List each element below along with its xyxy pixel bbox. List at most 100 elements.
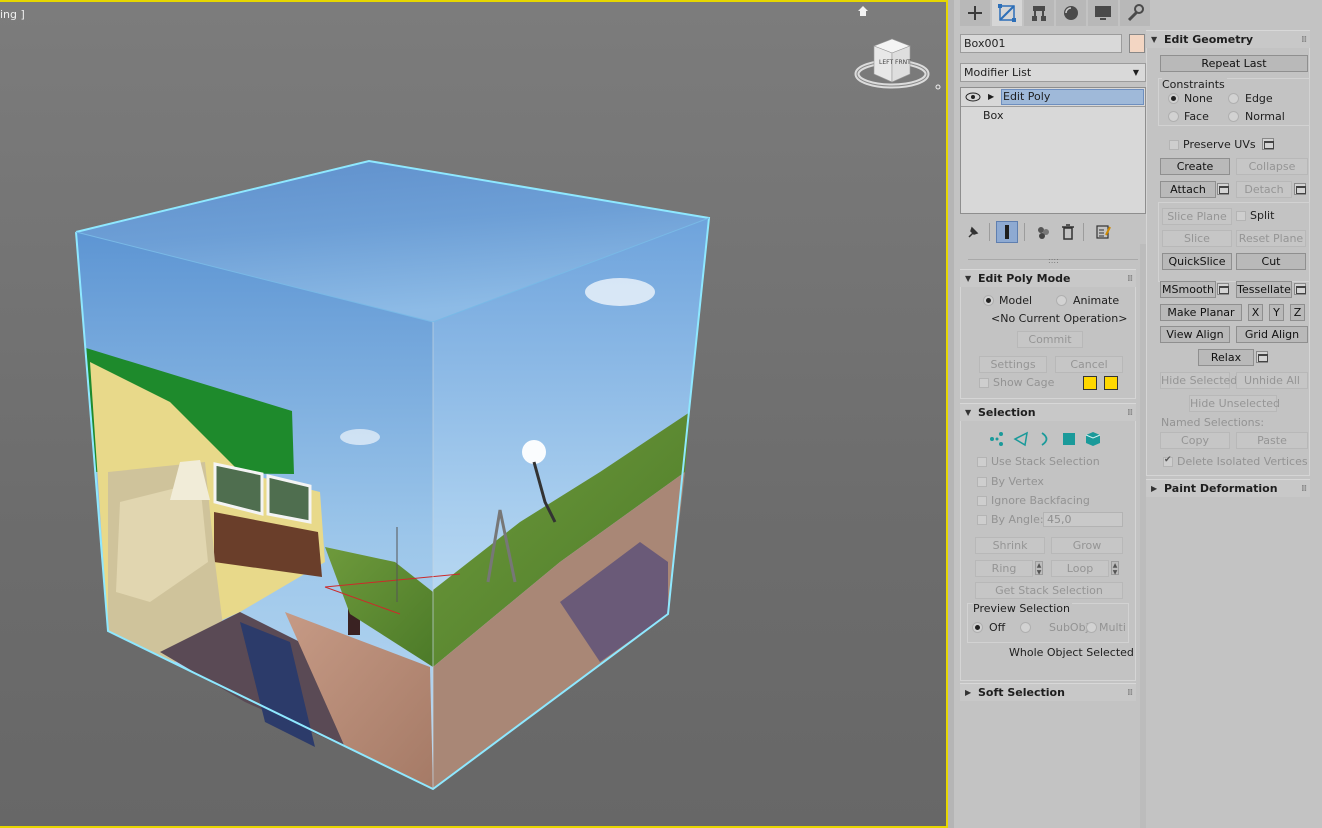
hide-selected-button[interactable]: Hide Selected	[1160, 372, 1237, 389]
edit-geometry-header[interactable]: ▼ Edit Geometry ⁞⁞	[1146, 31, 1310, 48]
preview-multi-radio[interactable]	[1086, 622, 1097, 633]
create-button[interactable]: Create	[1160, 158, 1230, 175]
shrink-button[interactable]: Shrink	[975, 537, 1045, 554]
get-stack-selection-button[interactable]: Get Stack Selection	[975, 582, 1123, 599]
perspective-viewport[interactable]: ing ] LEFT FRNT	[0, 0, 948, 828]
make-unique-button[interactable]	[1032, 221, 1054, 243]
configure-modifier-sets-button[interactable]	[1092, 221, 1114, 243]
modifier-stack[interactable]: ▶ Edit Poly Box	[960, 87, 1146, 214]
slice-button[interactable]: Slice	[1162, 230, 1232, 247]
animate-radio[interactable]	[1056, 295, 1067, 306]
selection-status-text: Whole Object Selected	[1009, 646, 1134, 659]
preview-subobj-radio[interactable]	[1020, 622, 1031, 633]
remove-modifier-button[interactable]	[1057, 221, 1079, 243]
command-panel: Box001 Modifier List ▼ ▶ Edit Poly Box:…	[948, 0, 1322, 828]
loop-spinner[interactable]: ▲ ▼	[1111, 561, 1119, 576]
pin-stack-button[interactable]	[962, 221, 984, 243]
by-vertex-checkbox[interactable]	[977, 477, 987, 487]
ignore-backfacing-checkbox[interactable]	[977, 496, 987, 506]
by-angle-checkbox[interactable]	[977, 515, 987, 525]
tab-hierarchy[interactable]	[1024, 0, 1054, 26]
constraint-edge-radio[interactable]	[1228, 93, 1239, 104]
preview-multi-label: Multi	[1099, 621, 1126, 634]
stack-item-box[interactable]: Box	[961, 106, 1145, 124]
vertex-icon[interactable]	[989, 431, 1005, 447]
msmooth-settings-button[interactable]	[1217, 283, 1229, 295]
make-planar-button[interactable]: Make Planar	[1160, 304, 1242, 321]
attach-button[interactable]: Attach	[1160, 181, 1216, 198]
delete-isolated-vertices-checkbox[interactable]	[1163, 455, 1173, 467]
planar-z-button[interactable]: Z	[1290, 304, 1305, 321]
by-angle-input[interactable]: 45,0	[1043, 512, 1123, 527]
show-end-result-button[interactable]	[996, 221, 1018, 243]
viewport-scene[interactable]	[0, 2, 946, 828]
tab-motion[interactable]	[1056, 0, 1086, 26]
object-name-field[interactable]: Box001	[960, 34, 1122, 53]
constraint-face-radio[interactable]	[1168, 111, 1179, 122]
preserve-uvs-checkbox[interactable]	[1169, 140, 1179, 150]
unhide-all-button[interactable]: Unhide All	[1236, 372, 1308, 389]
loop-button[interactable]: Loop	[1051, 560, 1109, 577]
tab-utilities[interactable]	[1120, 0, 1150, 26]
expand-triangle-icon[interactable]: ▶	[988, 88, 994, 106]
object-color-swatch[interactable]	[1129, 34, 1145, 53]
reset-plane-button[interactable]: Reset Plane	[1236, 230, 1306, 247]
home-icon[interactable]	[858, 6, 868, 16]
soft-selection-header[interactable]: ▶ Soft Selection ⁞⁞	[960, 684, 1136, 701]
use-stack-selection-checkbox[interactable]	[977, 457, 987, 467]
edge-icon[interactable]	[1013, 431, 1029, 447]
edit-poly-mode-header[interactable]: ▼ Edit Poly Mode ⁞⁞	[960, 270, 1136, 287]
tab-create[interactable]	[960, 0, 990, 26]
detach-settings-button[interactable]	[1294, 183, 1306, 195]
quickslice-button[interactable]: QuickSlice	[1162, 253, 1232, 270]
ring-spinner[interactable]: ▲ ▼	[1035, 561, 1043, 576]
element-icon[interactable]	[1085, 431, 1101, 447]
commit-button[interactable]: Commit	[1017, 331, 1083, 348]
viewcube[interactable]: LEFT FRNT	[854, 36, 944, 96]
cut-button[interactable]: Cut	[1236, 253, 1306, 270]
tessellate-settings-button[interactable]	[1294, 283, 1306, 295]
polygon-icon[interactable]	[1061, 431, 1077, 447]
constraint-none-radio[interactable]	[1168, 93, 1179, 104]
planar-y-button[interactable]: Y	[1269, 304, 1284, 321]
repeat-last-button[interactable]: Repeat Last	[1160, 55, 1308, 72]
copy-button[interactable]: Copy	[1160, 432, 1230, 449]
cancel-button[interactable]: Cancel	[1055, 356, 1123, 373]
view-align-button[interactable]: View Align	[1160, 326, 1230, 343]
ring-button[interactable]: Ring	[975, 560, 1033, 577]
show-cage-checkbox[interactable]	[979, 378, 989, 388]
preserve-uvs-settings-button[interactable]	[1262, 138, 1274, 150]
cage-color-swatch[interactable]	[1083, 376, 1097, 390]
relax-button[interactable]: Relax	[1198, 349, 1254, 366]
paste-button[interactable]: Paste	[1236, 432, 1308, 449]
stack-item-edit-poly[interactable]: ▶ Edit Poly	[961, 88, 1145, 106]
constraint-normal-radio[interactable]	[1228, 111, 1239, 122]
grow-button[interactable]: Grow	[1051, 537, 1123, 554]
preview-subobj-label: SubObj	[1049, 621, 1089, 634]
tessellate-button[interactable]: Tessellate	[1236, 281, 1292, 298]
planar-x-button[interactable]: X	[1248, 304, 1263, 321]
tab-display[interactable]	[1088, 0, 1118, 26]
resize-grip-icon[interactable]: ::::	[1048, 256, 1059, 265]
border-icon[interactable]	[1037, 431, 1053, 447]
modifier-list-dropdown[interactable]: Modifier List ▼	[960, 63, 1146, 82]
tab-modify[interactable]	[992, 0, 1022, 26]
msmooth-button[interactable]: MSmooth	[1160, 281, 1216, 298]
eye-icon[interactable]	[965, 92, 981, 102]
paint-deformation-header[interactable]: ▶ Paint Deformation ⁞⁞	[1146, 480, 1310, 497]
detach-button[interactable]: Detach	[1236, 181, 1292, 198]
slice-plane-button[interactable]: Slice Plane	[1162, 208, 1232, 225]
relax-settings-button[interactable]	[1256, 351, 1268, 363]
hide-unselected-button[interactable]: Hide Unselected	[1189, 395, 1280, 412]
command-panel-tabs	[960, 0, 1150, 26]
selection-header[interactable]: ▼ Selection ⁞⁞	[960, 404, 1136, 421]
grid-align-button[interactable]: Grid Align	[1236, 326, 1308, 343]
collapse-button[interactable]: Collapse	[1236, 158, 1308, 175]
preview-off-radio[interactable]	[972, 622, 983, 633]
cage-selected-color-swatch[interactable]	[1104, 376, 1118, 390]
settings-button[interactable]: Settings	[979, 356, 1047, 373]
attach-settings-button[interactable]	[1217, 183, 1229, 195]
rollout-title: Soft Selection	[978, 686, 1065, 699]
model-radio[interactable]	[983, 295, 994, 306]
split-checkbox[interactable]	[1236, 211, 1246, 221]
